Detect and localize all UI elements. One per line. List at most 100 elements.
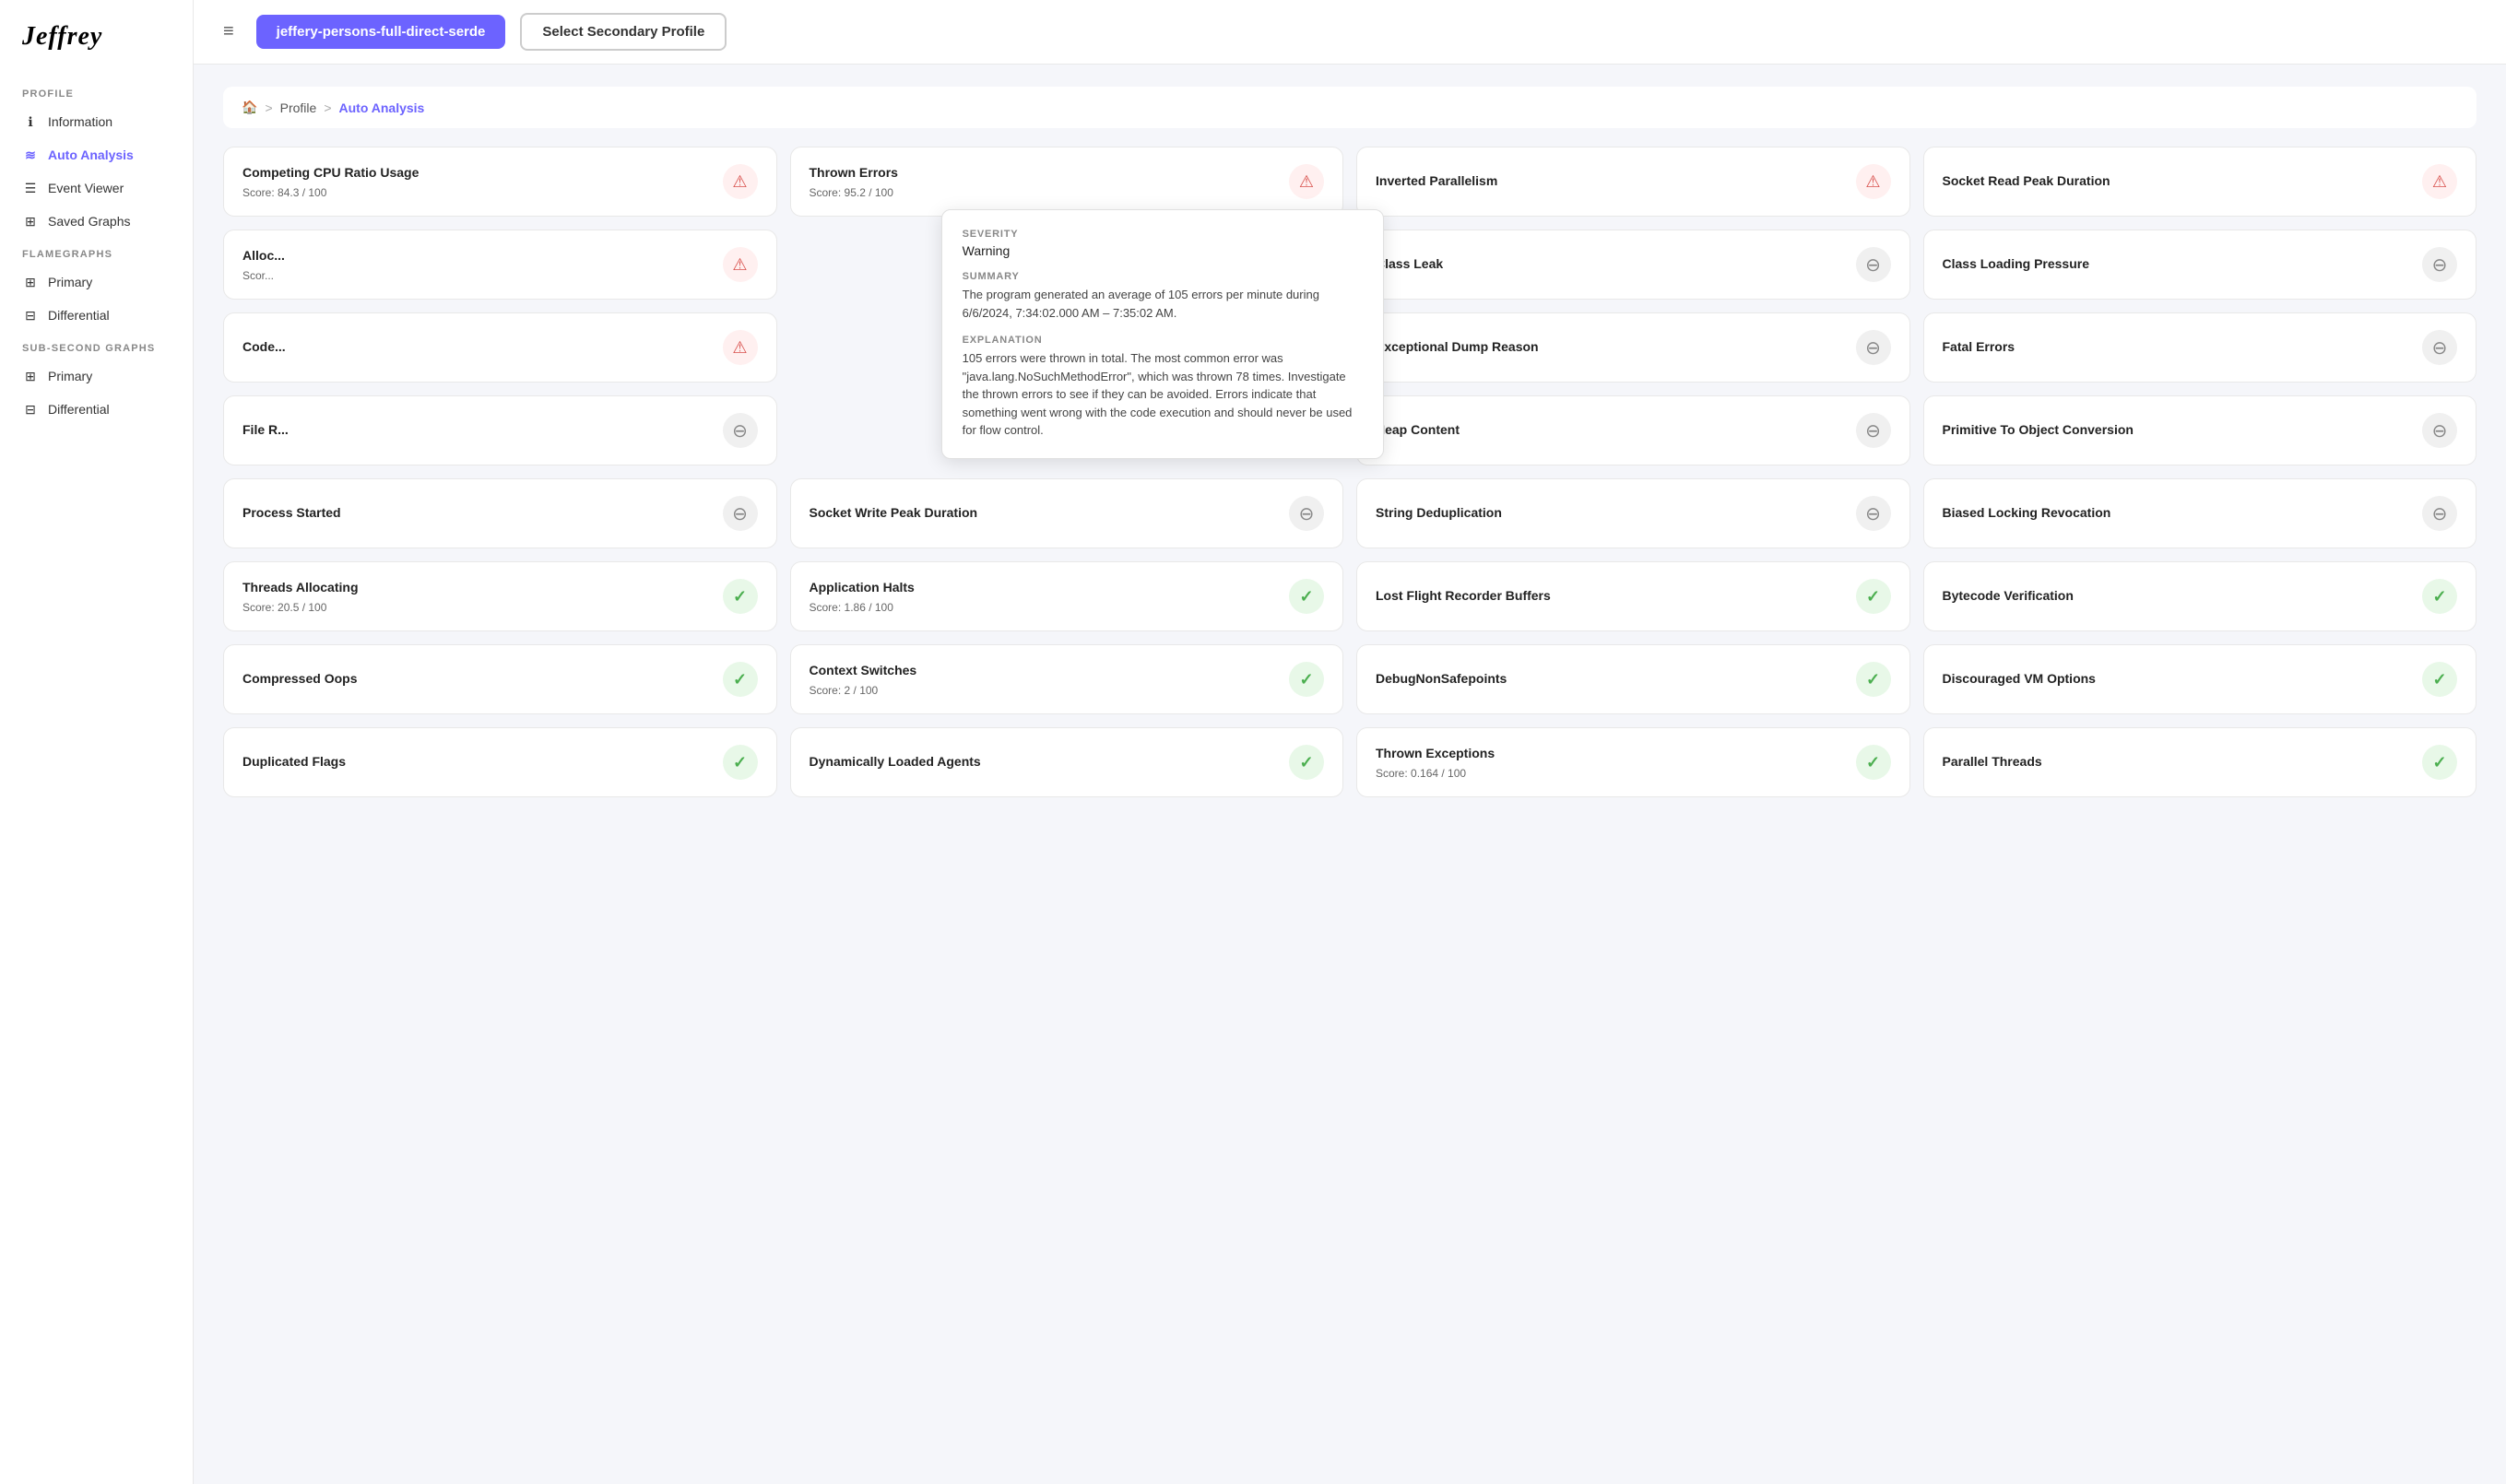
card-primitive-to-object[interactable]: Primitive To Object Conversion — [1923, 395, 2477, 465]
card-debugnon-safepoints[interactable]: DebugNonSafepoints — [1356, 644, 1910, 714]
warning-icon — [1299, 172, 1314, 192]
card-class-loading-pressure[interactable]: Class Loading Pressure — [1923, 230, 2477, 300]
ok-icon — [1299, 670, 1313, 689]
sidebar-item-ssg-primary[interactable]: ⊞ Primary — [0, 359, 193, 393]
card-title: Socket Read Peak Duration — [1943, 172, 2110, 191]
card-title: Discouraged VM Options — [1943, 670, 2096, 689]
card-string-deduplication[interactable]: String Deduplication — [1356, 478, 1910, 548]
card-title: DebugNonSafepoints — [1376, 670, 1507, 689]
card-title: Application Halts — [810, 579, 915, 597]
breadcrumb-sep1: > — [265, 100, 272, 115]
card-title: Biased Locking Revocation — [1943, 504, 2111, 523]
card-title: String Deduplication — [1376, 504, 1502, 523]
breadcrumb-profile[interactable]: Profile — [280, 100, 317, 115]
card-inverted-parallelism[interactable]: Inverted Parallelism — [1356, 147, 1910, 217]
card-score: Score: 1.86 / 100 — [810, 601, 915, 614]
card-code-cache[interactable]: Code... — [223, 312, 777, 383]
sidebar-section-subsecond: SUB-SECOND GRAPHS — [0, 332, 193, 359]
secondary-profile-button[interactable]: Select Secondary Profile — [520, 13, 727, 51]
card-status-icon-ok — [723, 745, 758, 780]
menu-icon[interactable]: ≡ — [223, 21, 234, 42]
sidebar-item-fg-primary[interactable]: ⊞ Primary — [0, 265, 193, 299]
card-context-switches[interactable]: Context SwitchesScore: 2 / 100 — [790, 644, 1344, 714]
card-compressed-oops[interactable]: Compressed Oops — [223, 644, 777, 714]
card-status-icon-neutral — [1856, 247, 1891, 282]
breadcrumb-current: Auto Analysis — [339, 100, 425, 115]
card-status-icon-neutral — [2422, 496, 2457, 531]
differential-icon2: ⊟ — [22, 401, 39, 418]
card-thrown-errors[interactable]: Thrown ErrorsScore: 95.2 / 100 — [790, 147, 1344, 217]
home-icon[interactable]: 🏠 — [242, 100, 257, 115]
card-status-icon-ok — [723, 579, 758, 614]
sidebar-item-label: Primary — [48, 275, 92, 289]
card-process-started[interactable]: Process Started — [223, 478, 777, 548]
sidebar-item-information[interactable]: ℹ Information — [0, 105, 193, 138]
card-heap-content[interactable]: Heap Content — [1356, 395, 1910, 465]
sidebar-section-profile: PROFILE — [0, 77, 193, 105]
breadcrumb-sep2: > — [324, 100, 331, 115]
card-title: Lost Flight Recorder Buffers — [1376, 587, 1551, 606]
card-score: Scor... — [242, 269, 285, 282]
card-threads-allocating[interactable]: Threads Allocating Score: 20.5 / 100 — [223, 561, 777, 631]
analysis-icon: ≋ — [22, 147, 39, 163]
card-thrown-exceptions[interactable]: Thrown ExceptionsScore: 0.164 / 100 — [1356, 727, 1910, 797]
tooltip-explanation-text: 105 errors were thrown in total. The mos… — [963, 349, 1363, 440]
primary-profile-button[interactable]: jeffery-persons-full-direct-serde — [256, 15, 506, 49]
tooltip-severity-label: Severity — [963, 229, 1363, 240]
card-bytecode-verification[interactable]: Bytecode Verification — [1923, 561, 2477, 631]
ok-icon — [733, 587, 747, 607]
sidebar-item-auto-analysis[interactable]: ≋ Auto Analysis — [0, 138, 193, 171]
card-status-icon-warning — [1856, 164, 1891, 199]
ok-icon — [1866, 670, 1880, 689]
card-title: Socket Write Peak Duration — [810, 504, 978, 523]
card-status-icon-ok — [1289, 579, 1324, 614]
card-application-halts[interactable]: Application Halts Score: 1.86 / 100 — [790, 561, 1344, 631]
neutral-icon — [2432, 419, 2448, 442]
card-allocation-pressure[interactable]: Alloc...Scor... — [223, 230, 777, 300]
ok-icon — [733, 753, 747, 772]
card-discouraged-vm[interactable]: Discouraged VM Options — [1923, 644, 2477, 714]
card-fatal-errors[interactable]: Fatal Errors — [1923, 312, 2477, 383]
card-competing-cpu[interactable]: Competing CPU Ratio UsageScore: 84.3 / 1… — [223, 147, 777, 217]
sidebar-item-event-viewer[interactable]: ☰ Event Viewer — [0, 171, 193, 205]
card-status-icon-neutral — [723, 413, 758, 448]
card-title: Threads Allocating — [242, 579, 359, 597]
warning-icon — [1865, 172, 1880, 192]
card-status-icon-ok — [1856, 662, 1891, 697]
info-icon: ℹ — [22, 113, 39, 130]
card-status-icon-ok — [2422, 579, 2457, 614]
card-exceptional-dump[interactable]: Exceptional Dump Reason — [1356, 312, 1910, 383]
sidebar-item-saved-graphs[interactable]: ⊞ Saved Graphs — [0, 205, 193, 238]
card-socket-write-peak[interactable]: Socket Write Peak Duration — [790, 478, 1344, 548]
sidebar-item-label: Auto Analysis — [48, 147, 134, 162]
breadcrumb: 🏠 > Profile > Auto Analysis — [223, 87, 2476, 128]
card-status-icon-ok — [1289, 662, 1324, 697]
card-title: Parallel Threads — [1943, 753, 2042, 771]
card-parallel-threads[interactable]: Parallel Threads — [1923, 727, 2477, 797]
sidebar-item-label: Primary — [48, 369, 92, 383]
card-status-icon-ok — [2422, 662, 2457, 697]
card-title: Thrown Exceptions — [1376, 745, 1495, 763]
sidebar-item-label: Event Viewer — [48, 181, 124, 195]
neutral-icon — [1865, 336, 1881, 359]
card-socket-read-peak[interactable]: Socket Read Peak Duration — [1923, 147, 2477, 217]
neutral-icon — [1865, 253, 1881, 277]
card-biased-locking[interactable]: Biased Locking Revocation — [1923, 478, 2477, 548]
sidebar-item-fg-differential[interactable]: ⊟ Differential — [0, 299, 193, 332]
card-duplicated-flags[interactable]: Duplicated Flags — [223, 727, 777, 797]
sidebar-item-label: Saved Graphs — [48, 214, 131, 229]
card-dynamically-loaded[interactable]: Dynamically Loaded Agents — [790, 727, 1344, 797]
card-lost-flight-recorder[interactable]: Lost Flight Recorder Buffers — [1356, 561, 1910, 631]
card-title: Thrown Errors — [810, 164, 898, 183]
card-file-read[interactable]: File R... — [223, 395, 777, 465]
sidebar-item-ssg-differential[interactable]: ⊟ Differential — [0, 393, 193, 426]
card-class-leak[interactable]: Class Leak — [1356, 230, 1910, 300]
card-score: Score: 20.5 / 100 — [242, 601, 359, 614]
card-title: File R... — [242, 421, 289, 440]
card-status-icon-warning — [2422, 164, 2457, 199]
card-status-icon-warning — [723, 330, 758, 365]
graphs-icon: ⊞ — [22, 213, 39, 230]
ok-icon — [2432, 670, 2446, 689]
card-status-icon-ok — [1289, 745, 1324, 780]
card-title: Dynamically Loaded Agents — [810, 753, 981, 771]
